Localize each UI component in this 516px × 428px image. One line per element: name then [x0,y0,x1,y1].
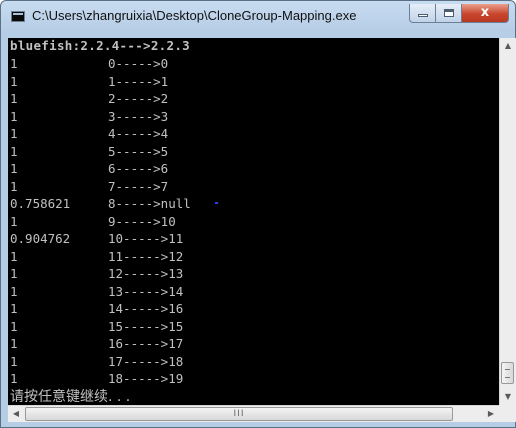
scroll-down-arrow-icon[interactable]: ▼ [500,389,516,405]
console-header-line: bluefish:2.2.4--->2.2.3 [10,38,190,53]
console-app-icon[interactable] [11,11,25,22]
window-title: C:\Users\zhangruixia\Desktop\CloneGroup-… [32,8,357,23]
console-row: 1 11----->12 [10,249,495,265]
similarity-score: 1 [10,178,18,194]
clone-mapping: 16----->17 [108,336,184,351]
console-row: 1 0----->0 [10,56,495,72]
similarity-score: 1 [10,213,18,229]
clone-mapping: 9----->10 [108,213,176,229]
console-row: 1 7----->7 [10,179,495,195]
console-row: 1 13----->14 [10,284,495,300]
similarity-score: 0.758621 [10,196,71,211]
clone-mapping: 6----->6 [108,161,169,176]
similarity-score: 1 [10,91,18,106]
continue-prompt: 请按任意键继续. . . [10,389,131,405]
clone-mapping: 2----->2 [108,91,169,106]
vertical-scrollbar[interactable]: ▲ ▼ [499,38,516,405]
similarity-score: 1 [10,248,18,264]
console-output[interactable]: bluefish:2.2.4--->2.2.3 1 0----->0 1 1-----… [8,38,499,405]
scroll-grip-icon: III [233,409,245,419]
clone-mapping: 12----->13 [108,266,184,281]
similarity-score: 1 [10,266,18,281]
similarity-score: 1 [10,336,18,351]
similarity-score: 1 [10,301,18,316]
similarity-score: 0.904762 [10,231,71,246]
console-row: 1 17----->18 [10,354,495,370]
console-row: 1 18----->19 [10,371,495,387]
minimize-icon [418,14,428,17]
clone-mapping: 3----->3 [108,108,169,124]
similarity-score: 1 [10,108,18,124]
clone-mapping: 5----->5 [108,143,169,159]
similarity-score: 1 [10,143,18,159]
console-row: 1 1----->1 [10,74,495,90]
console-row: 1 6----->6 [10,161,495,177]
similarity-score: 1 [10,353,18,369]
cursor-marker [215,202,218,204]
clone-mapping: 10----->11 [108,231,184,246]
clone-mapping: 8----->null [108,196,191,211]
clone-mapping: 13----->14 [108,283,184,299]
console-row: 0.758621 8----->null [10,196,495,212]
clone-mapping: 14----->16 [108,301,184,316]
clone-mapping: 7----->7 [108,178,169,194]
similarity-score: 1 [10,56,18,71]
clone-mapping: 15----->15 [108,318,184,334]
scroll-left-arrow-icon[interactable]: ◀ [8,406,24,422]
scroll-right-arrow-icon[interactable]: ▶ [483,406,499,422]
console-row: 1 14----->16 [10,301,495,317]
console-row: 1 4----->4 [10,126,495,142]
minimize-button[interactable] [409,4,436,23]
console-row: 1 15----->15 [10,319,495,335]
maximize-icon [444,9,454,17]
clone-mapping: 4----->4 [108,126,169,141]
console-row: 1 16----->17 [10,336,495,352]
clone-mapping: 0----->0 [108,56,169,71]
close-button[interactable]: x [462,4,509,23]
horizontal-scroll-thumb[interactable]: III [25,407,453,421]
close-icon: x [480,5,490,20]
similarity-score: 1 [10,318,18,334]
console-row: 1 9----->10 [10,214,495,230]
console-row: 1 3----->3 [10,109,495,125]
clone-mapping: 11----->12 [108,248,184,264]
similarity-score: 1 [10,126,18,141]
clone-mapping: 18----->19 [108,371,184,386]
maximize-button[interactable] [436,4,462,23]
similarity-score: 1 [10,371,18,386]
console-row: 1 5----->5 [10,144,495,160]
scrollbar-corner [499,405,516,422]
horizontal-scrollbar[interactable]: ◀ III ▶ [8,405,499,422]
vertical-scroll-thumb[interactable] [501,362,514,384]
console-row: 1 2----->2 [10,91,495,107]
clone-mapping: 1----->1 [108,73,169,89]
similarity-score: 1 [10,161,18,176]
clone-mapping: 17----->18 [108,353,184,369]
title-bar[interactable]: C:\Users\zhangruixia\Desktop\CloneGroup-… [1,1,515,31]
scroll-up-arrow-icon[interactable]: ▲ [500,38,516,54]
similarity-score: 1 [10,283,18,299]
similarity-score: 1 [10,73,18,89]
console-row: 1 12----->13 [10,266,495,282]
console-row: 0.904762 10----->11 [10,231,495,247]
